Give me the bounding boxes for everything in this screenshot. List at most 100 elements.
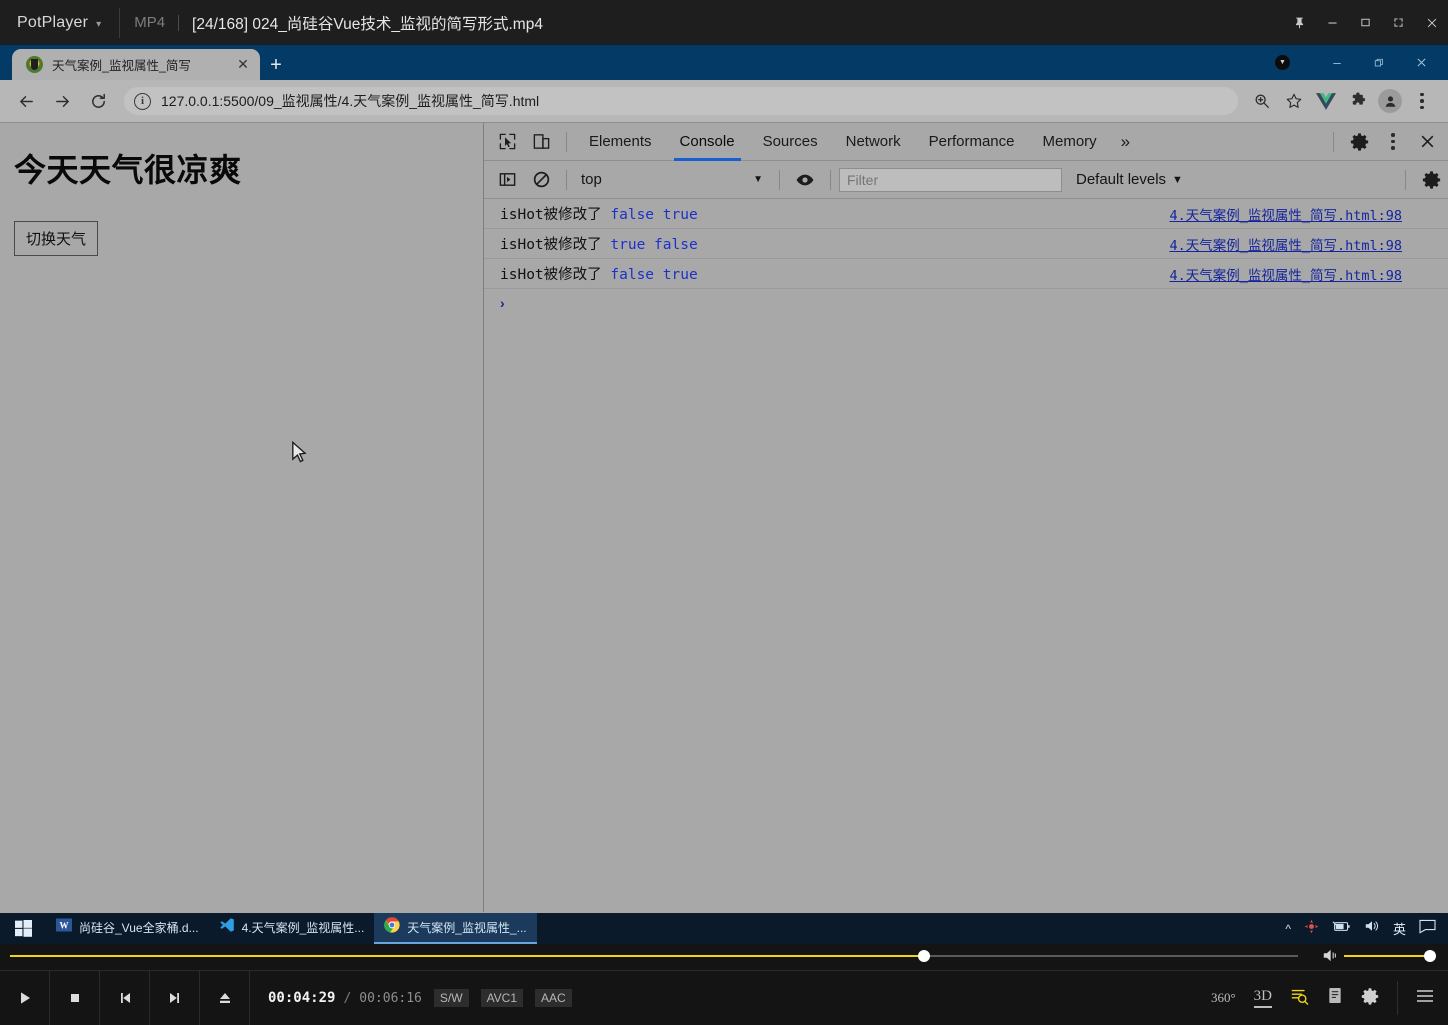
browser-minimize-icon[interactable] — [1316, 45, 1358, 80]
maximize-icon[interactable] — [1349, 0, 1382, 45]
star-icon[interactable] — [1278, 85, 1310, 117]
console-levels-select[interactable]: Default levels ▼ — [1076, 171, 1183, 188]
taskbar-item-chrome[interactable]: 天气案例_监视属性_... — [374, 913, 537, 944]
volume-slider-handle[interactable] — [1424, 950, 1436, 962]
stop-button[interactable] — [50, 970, 100, 1025]
back-icon[interactable] — [10, 85, 42, 117]
pin-icon[interactable] — [1283, 0, 1316, 45]
taskbar-item-vscode[interactable]: 4.天气案例_监视属性... — [209, 913, 375, 944]
vr-360-button[interactable]: 360° — [1211, 990, 1236, 1006]
address-bar[interactable]: i 127.0.0.1:5500/09_监视属性/4.天气案例_监视属性_简写.… — [124, 87, 1238, 115]
seek-bar-fill — [10, 955, 925, 957]
console-settings-gear-icon[interactable] — [1414, 163, 1448, 197]
minimize-icon[interactable] — [1316, 0, 1349, 45]
page-favicon-icon — [26, 56, 43, 73]
potplayer-right-controls: 360° 3D — [1211, 981, 1448, 1015]
windows-taskbar: W 尚硅谷_Vue全家桶.d... 4.天气案例_监视属性... 天气案例_监视… — [0, 913, 1448, 944]
avatar-icon[interactable] — [1374, 85, 1406, 117]
console-input-prompt[interactable]: › — [484, 289, 1448, 317]
console-filter-input[interactable] — [839, 167, 1062, 192]
tab-elements[interactable]: Elements — [575, 123, 666, 161]
battery-icon[interactable] — [1332, 920, 1351, 938]
kebab-menu-icon[interactable] — [1406, 85, 1438, 117]
browser-tab-title: 天气案例_监视属性_简写 — [52, 59, 191, 73]
volume-slider[interactable] — [1344, 950, 1436, 962]
browser-tab[interactable]: 天气案例_监视属性_简写 ✕ — [12, 49, 260, 80]
volume-icon[interactable] — [1364, 919, 1380, 938]
console-sidebar-icon[interactable] — [490, 163, 524, 197]
tab-memory[interactable]: Memory — [1029, 123, 1111, 161]
browser-close-icon[interactable] — [1400, 45, 1442, 80]
console-log-source-link[interactable]: 4.天气案例_监视属性_简写.html:98 — [1169, 264, 1402, 284]
console-log-source-link[interactable]: 4.天气案例_监视属性_简写.html:98 — [1169, 234, 1402, 254]
vscode-icon — [219, 917, 235, 938]
tabstrip-status-dot-icon[interactable]: ▼ — [1275, 55, 1290, 70]
tab-close-icon[interactable]: ✕ — [234, 56, 252, 74]
vue-icon[interactable] — [1310, 85, 1342, 117]
eye-icon[interactable] — [788, 163, 822, 197]
tab-console[interactable]: Console — [666, 123, 749, 161]
console-log-row[interactable]: isHot被修改了 true false 4.天气案例_监视属性_简写.html… — [484, 229, 1448, 259]
tray-overflow-icon[interactable]: ^ — [1285, 922, 1291, 936]
previous-button[interactable] — [100, 970, 150, 1025]
browser-restore-icon[interactable] — [1358, 45, 1400, 80]
tray-app-icon[interactable] — [1304, 919, 1319, 939]
hamburger-menu-icon[interactable] — [1416, 989, 1434, 1008]
taskbar-item-label: 尚硅谷_Vue全家桶.d... — [79, 921, 199, 935]
settings-gear-icon[interactable] — [1361, 987, 1379, 1010]
console-context-value: top — [581, 171, 602, 188]
devtools-tabbar-divider — [566, 131, 567, 152]
taskbar-item-label: 天气案例_监视属性_... — [407, 921, 527, 935]
play-button[interactable] — [0, 970, 50, 1025]
gear-icon[interactable] — [1342, 125, 1376, 159]
clear-console-icon[interactable] — [524, 163, 558, 197]
ime-indicator[interactable]: 英 — [1393, 919, 1406, 938]
console-toolbar-divider — [566, 169, 567, 190]
windows-start-icon[interactable] — [0, 913, 46, 944]
site-info-icon[interactable]: i — [134, 92, 151, 110]
taskbar-item-label: 4.天气案例_监视属性... — [241, 921, 365, 935]
page-title: 今天天气很凉爽 — [14, 152, 242, 188]
chrome-icon — [384, 917, 400, 938]
seek-bar-handle[interactable] — [918, 950, 931, 962]
reload-icon[interactable] — [82, 85, 114, 117]
page-viewport: 今天天气很凉爽 切换天气 — [0, 123, 484, 912]
console-log-row[interactable]: isHot被修改了 false true 4.天气案例_监视属性_简写.html… — [484, 259, 1448, 289]
potplayer-menu-caret-icon[interactable]: ▾ — [96, 19, 101, 30]
next-button[interactable] — [150, 970, 200, 1025]
console-log-source-link[interactable]: 4.天气案例_监视属性_简写.html:98 — [1169, 204, 1402, 224]
fullscreen-icon[interactable] — [1382, 0, 1415, 45]
tab-sources[interactable]: Sources — [749, 123, 832, 161]
puzzle-icon[interactable] — [1342, 85, 1374, 117]
playlist-icon[interactable] — [1327, 987, 1343, 1009]
potplayer-app-name: PotPlayer — [17, 13, 89, 31]
new-tab-button[interactable]: + — [264, 54, 288, 78]
toggle-weather-button[interactable]: 切换天气 — [14, 221, 99, 256]
more-tabs-icon[interactable]: » — [1111, 132, 1140, 152]
console-context-select[interactable]: top ▼ — [575, 168, 771, 192]
taskbar-item-word[interactable]: W 尚硅谷_Vue全家桶.d... — [46, 913, 209, 944]
forward-icon[interactable] — [46, 85, 78, 117]
console-prompt-chevron-icon: › — [500, 295, 505, 311]
chrome-browser-window: 天气案例_监视属性_简写 ✕ + ▼ i 127.0.0.1:5500/09_监… — [0, 45, 1448, 913]
inspect-element-icon[interactable] — [490, 125, 524, 159]
console-log-area[interactable]: isHot被修改了 false true 4.天气案例_监视属性_简写.html… — [484, 199, 1448, 912]
playlist-search-icon[interactable] — [1290, 987, 1309, 1010]
volume-icon[interactable] — [1322, 948, 1340, 968]
seek-bar[interactable] — [10, 950, 1298, 962]
tab-network[interactable]: Network — [832, 123, 915, 161]
zoom-icon[interactable] — [1246, 85, 1278, 117]
eject-button[interactable] — [200, 970, 250, 1025]
potplayer-button-row: 00:04:29 / 00:06:16 S/W AVC1 AAC 360° 3D — [0, 970, 1448, 1025]
playback-time: 00:04:29 / 00:06:16 S/W AVC1 AAC — [250, 989, 572, 1007]
devtools-more-options-icon[interactable] — [1376, 125, 1410, 159]
mode-3d-button[interactable]: 3D — [1253, 988, 1272, 1008]
notification-icon[interactable] — [1419, 919, 1436, 939]
chevron-down-icon: ▼ — [753, 174, 763, 185]
devtools-tabbar: Elements Console Sources Network Perform… — [484, 123, 1448, 161]
devtools-close-icon[interactable] — [1410, 125, 1444, 159]
console-log-row[interactable]: isHot被修改了 false true 4.天气案例_监视属性_简写.html… — [484, 199, 1448, 229]
device-toolbar-icon[interactable] — [524, 125, 558, 159]
close-icon[interactable] — [1415, 0, 1448, 45]
tab-performance[interactable]: Performance — [915, 123, 1029, 161]
